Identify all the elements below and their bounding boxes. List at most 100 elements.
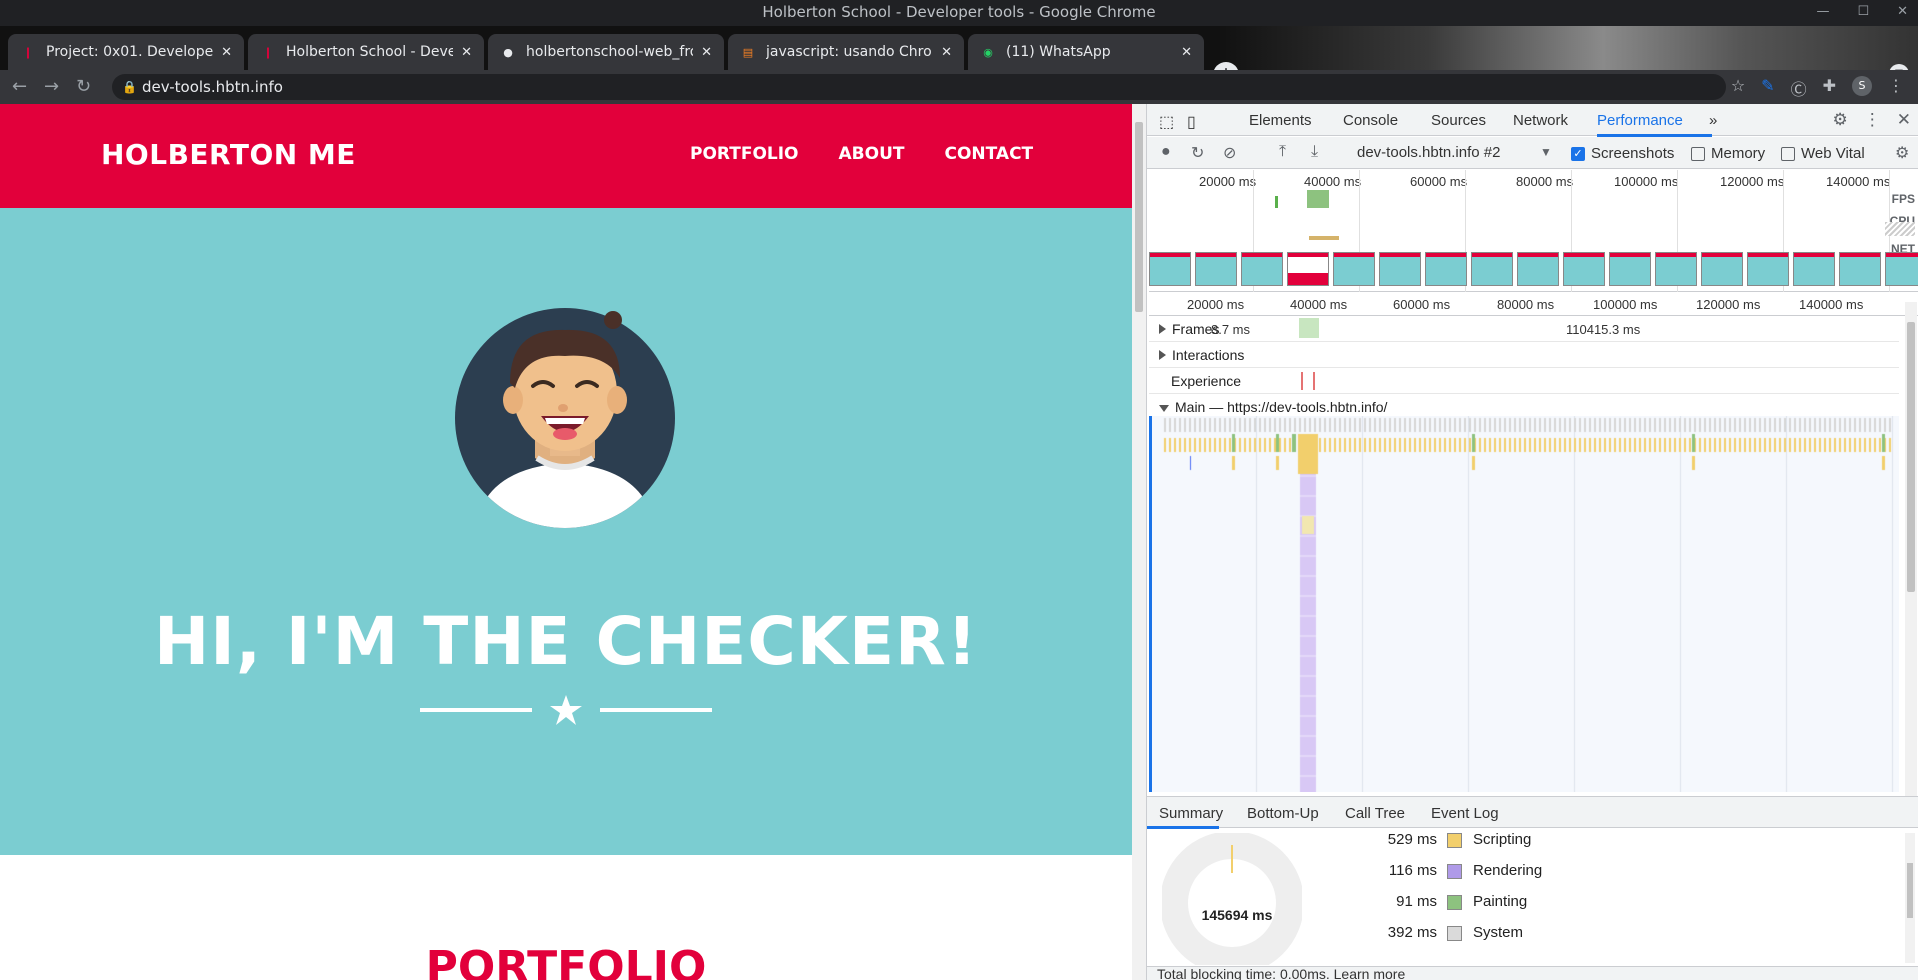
page-scrollbar-thumb[interactable] bbox=[1135, 122, 1143, 312]
collapse-arrow-icon[interactable] bbox=[1159, 405, 1169, 412]
site-brand[interactable]: HOLBERTON ME bbox=[101, 138, 356, 171]
nav-portfolio[interactable]: PORTFOLIO bbox=[690, 144, 799, 164]
nav-contact[interactable]: CONTACT bbox=[944, 144, 1033, 164]
memory-checkbox[interactable]: Memory bbox=[1691, 145, 1765, 162]
screenshot-thumbnail[interactable] bbox=[1379, 252, 1421, 286]
maximize-icon[interactable]: ☐ bbox=[1857, 0, 1869, 26]
browser-tab-project[interactable]: ❙ Project: 0x01. Developer tools ✕ bbox=[8, 34, 244, 70]
flame-scrollbar-thumb[interactable] bbox=[1907, 322, 1915, 592]
toolbar-icons: ☆ ✎ Ⓒ ✚ S ⋮ bbox=[1731, 76, 1904, 100]
tab-sources[interactable]: Sources bbox=[1431, 112, 1486, 129]
ruler-tick: 80000 ms bbox=[1516, 174, 1574, 189]
screenshot-thumbnail[interactable] bbox=[1839, 252, 1881, 286]
chrome-menu-icon[interactable]: ⋮ bbox=[1888, 76, 1904, 100]
interactions-track[interactable]: Interactions bbox=[1149, 342, 1899, 368]
experience-track[interactable]: Experience bbox=[1149, 368, 1899, 394]
extensions-puzzle-icon[interactable]: ✚ bbox=[1823, 76, 1836, 100]
close-tab-icon[interactable]: ✕ bbox=[941, 45, 952, 60]
close-tab-icon[interactable]: ✕ bbox=[701, 45, 712, 60]
forward-icon[interactable]: → bbox=[44, 76, 59, 97]
screenshot-thumbnail[interactable] bbox=[1241, 252, 1283, 286]
record-icon[interactable]: ● bbox=[1161, 143, 1171, 161]
screenshots-checkbox[interactable]: ✓ Screenshots bbox=[1571, 145, 1674, 162]
browser-tab-stackoverflow[interactable]: ▤ javascript: usando Chrome ✕ bbox=[728, 34, 964, 70]
screenshot-thumbnail[interactable] bbox=[1333, 252, 1375, 286]
screenshot-thumbnail[interactable] bbox=[1655, 252, 1697, 286]
tab-performance[interactable]: Performance bbox=[1597, 112, 1683, 129]
screenshot-thumbnail[interactable] bbox=[1471, 252, 1513, 286]
reload-record-icon[interactable]: ↻ bbox=[1191, 143, 1204, 163]
more-tabs-icon[interactable]: » bbox=[1709, 112, 1717, 129]
download-icon[interactable]: ⤓ bbox=[1311, 143, 1318, 161]
screenshot-thumbnail[interactable] bbox=[1609, 252, 1651, 286]
tab-call-tree[interactable]: Call Tree bbox=[1345, 805, 1405, 822]
flame-chart-canvas[interactable] bbox=[1152, 416, 1899, 792]
close-icon[interactable]: ✕ bbox=[1897, 110, 1911, 130]
close-tab-icon[interactable]: ✕ bbox=[461, 45, 472, 60]
kebab-menu-icon[interactable]: ⋮ bbox=[1864, 110, 1881, 130]
screenshot-thumbnail[interactable] bbox=[1195, 252, 1237, 286]
github-icon: ● bbox=[503, 45, 513, 59]
expand-arrow-icon[interactable] bbox=[1159, 324, 1166, 334]
browser-tab-whatsapp[interactable]: ◉ (11) WhatsApp ✕ bbox=[968, 34, 1204, 70]
screenshot-thumbnail[interactable] bbox=[1885, 252, 1918, 286]
address-bar[interactable]: 🔒 dev-tools.hbtn.info bbox=[112, 74, 1726, 100]
profile-avatar[interactable]: S bbox=[1852, 76, 1872, 96]
checkbox-label: Web Vital bbox=[1801, 145, 1865, 162]
tab-summary[interactable]: Summary bbox=[1159, 805, 1223, 822]
web-vital-checkbox[interactable]: Web Vital bbox=[1781, 145, 1865, 162]
timeline-overview[interactable]: 20000 ms 40000 ms 60000 ms 80000 ms 1000… bbox=[1149, 170, 1918, 292]
screenshot-thumbnail[interactable] bbox=[1563, 252, 1605, 286]
tab-network[interactable]: Network bbox=[1513, 112, 1568, 129]
tab-elements[interactable]: Elements bbox=[1249, 112, 1312, 129]
fps-bar bbox=[1275, 196, 1278, 208]
device-toolbar-icon[interactable]: ▯ bbox=[1187, 112, 1196, 132]
screenshot-thumbnail[interactable] bbox=[1149, 252, 1191, 286]
minimize-icon[interactable]: — bbox=[1816, 0, 1829, 26]
inspect-element-icon[interactable]: ⬚ bbox=[1159, 112, 1174, 132]
lock-icon[interactable]: 🔒 bbox=[122, 74, 137, 100]
frames-track[interactable]: Frames 8.7 ms 110415.3 ms bbox=[1149, 316, 1899, 342]
learn-more-link[interactable]: Learn more bbox=[1334, 967, 1406, 980]
screenshot-thumbnail[interactable] bbox=[1287, 252, 1329, 286]
ruler-tick: 120000 ms bbox=[1696, 297, 1761, 312]
holberton-favicon-icon: ❙ bbox=[23, 45, 33, 59]
profile-select[interactable]: dev-tools.hbtn.info #2 ▼ bbox=[1357, 144, 1552, 161]
screenshot-thumbnail[interactable] bbox=[1701, 252, 1743, 286]
avatar-illustration bbox=[455, 308, 675, 528]
tab-console[interactable]: Console bbox=[1343, 112, 1398, 129]
browser-tab-devtools[interactable]: ❙ Holberton School - Developer tools ✕ bbox=[248, 34, 484, 70]
bookmark-star-icon[interactable]: ☆ bbox=[1731, 76, 1745, 100]
screenshot-thumbnail[interactable] bbox=[1747, 252, 1789, 286]
reload-icon[interactable]: ↻ bbox=[76, 76, 91, 97]
close-window-icon[interactable]: ✕ bbox=[1897, 0, 1908, 26]
tabstrip-background bbox=[1218, 26, 1918, 70]
window-title: Holberton School - Developer tools - Goo… bbox=[762, 3, 1156, 21]
layout-shift-marker[interactable] bbox=[1301, 372, 1303, 390]
clear-icon[interactable]: ⊘ bbox=[1223, 143, 1236, 163]
main-flame-chart[interactable] bbox=[1149, 416, 1899, 792]
back-icon[interactable]: ← bbox=[12, 76, 27, 97]
screenshot-thumbnail[interactable] bbox=[1517, 252, 1559, 286]
frame-block[interactable] bbox=[1299, 318, 1319, 338]
screenshot-thumbnail[interactable] bbox=[1793, 252, 1835, 286]
nav-about[interactable]: ABOUT bbox=[839, 144, 905, 164]
upload-icon[interactable]: ⤒ bbox=[1279, 143, 1286, 161]
screenshot-thumbnail[interactable] bbox=[1425, 252, 1467, 286]
close-tab-icon[interactable]: ✕ bbox=[1181, 45, 1192, 60]
layout-shift-marker[interactable] bbox=[1313, 372, 1315, 390]
close-tab-icon[interactable]: ✕ bbox=[221, 45, 232, 60]
extension-icon[interactable]: Ⓒ bbox=[1791, 76, 1807, 100]
summary-scrollbar-thumb[interactable] bbox=[1907, 863, 1913, 918]
flame-scrollbar[interactable] bbox=[1905, 302, 1917, 796]
summary-row-rendering: 116 ms Rendering bbox=[1347, 862, 1647, 888]
browser-tab-github[interactable]: ● holbertonschool-web_front_end ✕ bbox=[488, 34, 724, 70]
gear-icon[interactable]: ⚙ bbox=[1833, 110, 1848, 130]
capture-settings-gear-icon[interactable]: ⚙ bbox=[1895, 143, 1909, 163]
page-scrollbar[interactable] bbox=[1132, 104, 1146, 980]
summary-scrollbar[interactable] bbox=[1905, 833, 1915, 963]
extension-icon[interactable]: ✎ bbox=[1761, 76, 1774, 100]
expand-arrow-icon[interactable] bbox=[1159, 350, 1166, 360]
tab-event-log[interactable]: Event Log bbox=[1431, 805, 1499, 822]
tab-bottom-up[interactable]: Bottom-Up bbox=[1247, 805, 1319, 822]
